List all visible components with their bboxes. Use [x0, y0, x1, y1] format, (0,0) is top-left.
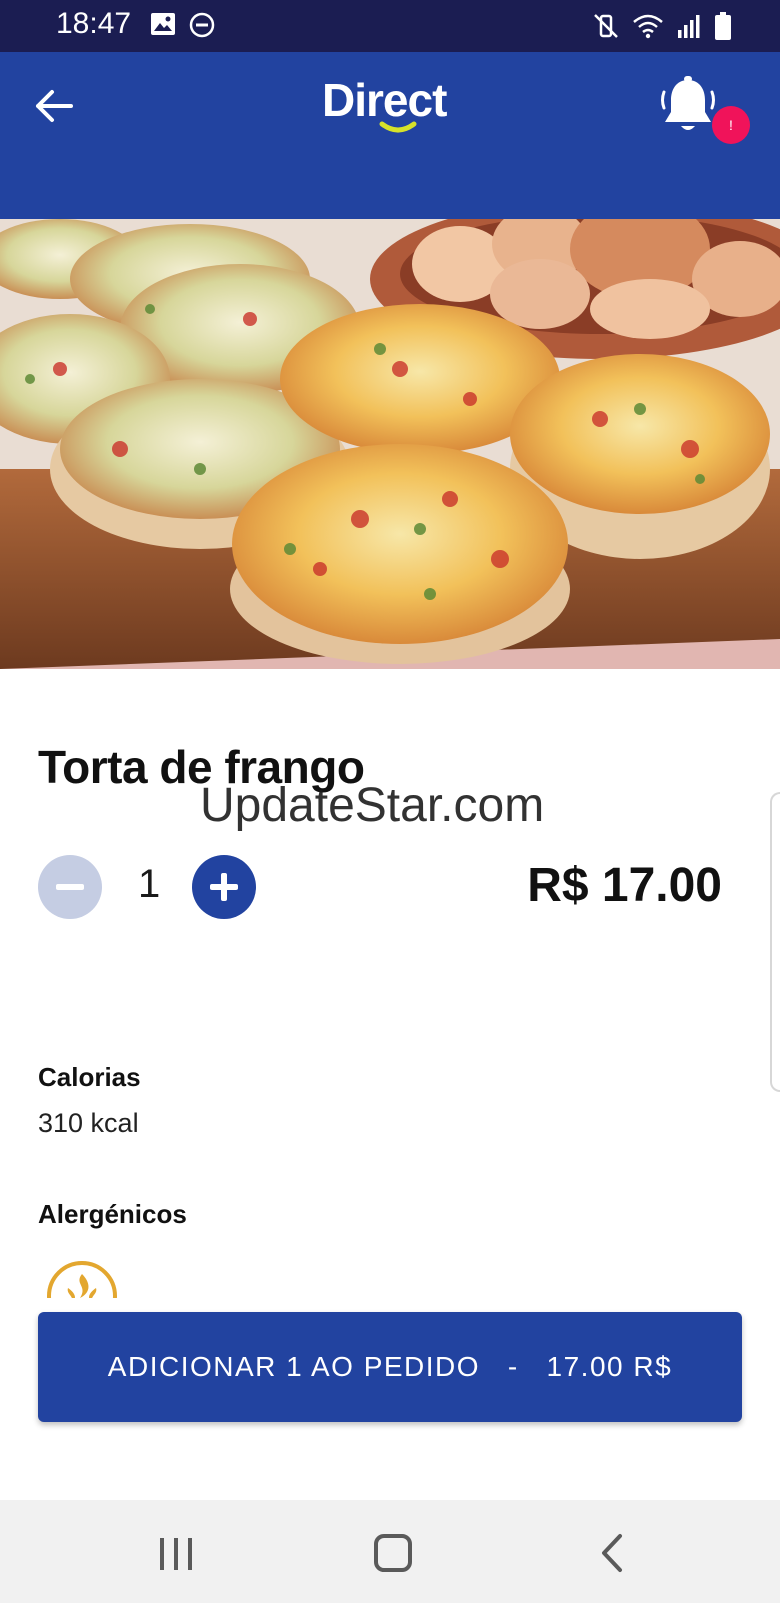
home-button[interactable]: [374, 1534, 412, 1572]
allergens-label: Alergénicos: [38, 1199, 187, 1229]
increase-quantity-button[interactable]: [192, 855, 256, 919]
decrease-quantity-button[interactable]: [38, 855, 102, 919]
product-image: [0, 219, 780, 669]
image-icon: [151, 13, 175, 35]
recents-icon: [160, 1538, 192, 1570]
calories-label: Calorias: [38, 1062, 141, 1092]
plus-icon: [210, 873, 238, 901]
status-icons-right: [592, 11, 732, 41]
recents-button[interactable]: [156, 1536, 196, 1572]
wifi-icon: [633, 14, 663, 39]
quantity-value: 1: [138, 862, 161, 906]
watermark-text: UpdateStar.com: [200, 779, 545, 832]
gluten-icon: [44, 1258, 120, 1298]
status-bar: 18:47: [0, 0, 780, 52]
product-price: R$ 17.00: [527, 859, 722, 912]
add-to-order-button[interactable]: ADICIONAR 1 AO PEDIDO - 17.00 R$: [38, 1312, 742, 1422]
back-icon: [602, 1534, 622, 1572]
do-not-disturb-icon: [189, 12, 215, 38]
mute-vibrate-icon: [594, 14, 618, 38]
battery-icon: [715, 12, 731, 40]
calories-value: 310 kcal: [38, 1108, 139, 1138]
system-back-button[interactable]: [596, 1532, 626, 1574]
bell-icon: [661, 76, 715, 130]
notifications-button[interactable]: [656, 74, 720, 138]
back-button[interactable]: [28, 80, 80, 132]
system-nav-bar: [0, 1500, 780, 1603]
minus-icon: [56, 884, 84, 890]
signal-icon: [678, 15, 700, 38]
side-panel-handle[interactable]: [770, 792, 780, 1092]
direct-logo: Direct: [320, 68, 460, 140]
svg-text:Direct: Direct: [322, 74, 447, 126]
status-time: 18:47: [56, 7, 132, 40]
status-icons-left: [150, 11, 216, 39]
notification-badge: !: [712, 106, 750, 144]
arrow-left-icon: [36, 90, 73, 122]
